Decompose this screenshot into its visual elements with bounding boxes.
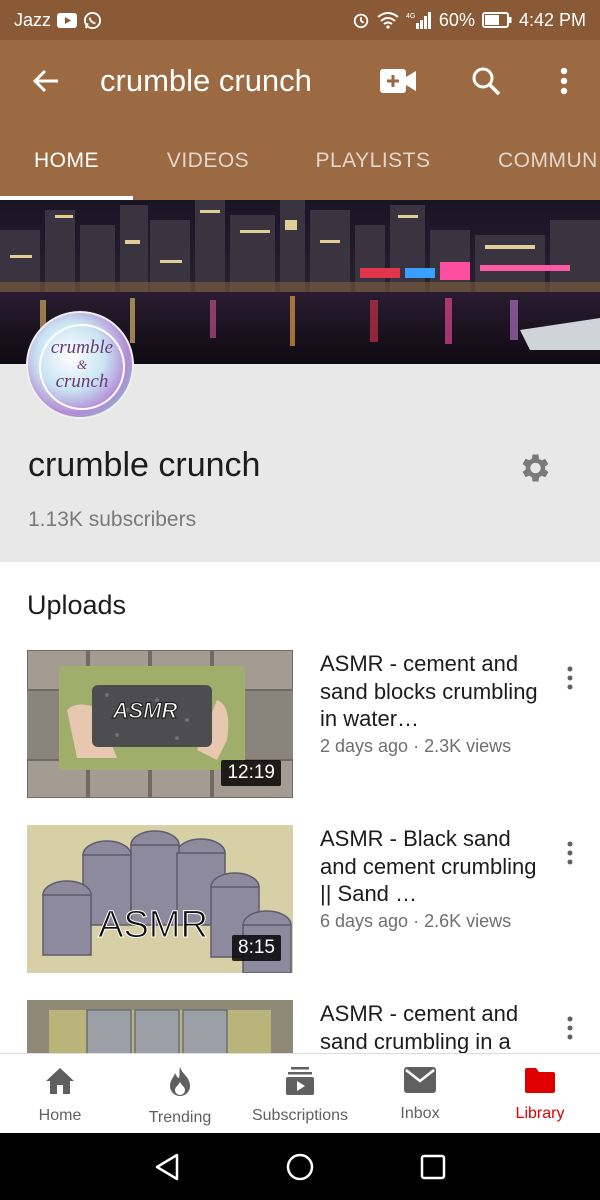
more-vert-icon[interactable] bbox=[556, 833, 584, 873]
wifi-icon bbox=[377, 11, 399, 29]
tab-playlists[interactable]: PLAYLISTS bbox=[283, 122, 463, 200]
svg-text:&: & bbox=[77, 357, 88, 372]
inbox-icon bbox=[403, 1066, 437, 1099]
whatsapp-icon bbox=[83, 11, 102, 30]
signal-icon: 4G bbox=[406, 11, 432, 29]
search-icon[interactable] bbox=[458, 53, 514, 109]
settings-gear-icon[interactable] bbox=[510, 444, 558, 492]
channel-name: crumble crunch bbox=[28, 446, 261, 484]
battery-icon bbox=[481, 12, 512, 28]
video-camera-icon[interactable] bbox=[370, 53, 426, 109]
video-thumbnail[interactable]: ASMR 8:15 bbox=[27, 825, 293, 973]
svg-text:ASMR: ASMR bbox=[98, 904, 208, 946]
system-navigation-bar bbox=[0, 1133, 600, 1200]
carrier-label: Jazz bbox=[14, 9, 52, 30]
subscriptions-icon bbox=[285, 1066, 315, 1101]
tab-home[interactable]: HOME bbox=[0, 122, 133, 200]
svg-text:4G: 4G bbox=[406, 13, 415, 20]
nav-subscriptions[interactable]: Subscriptions bbox=[240, 1054, 360, 1134]
svg-text:ASMR: ASMR bbox=[112, 698, 178, 723]
nav-home[interactable]: Home bbox=[0, 1054, 120, 1134]
video-thumbnail[interactable]: ASMR 12:19 bbox=[27, 650, 293, 798]
subscriber-count: 1.13K subscribers bbox=[28, 508, 197, 531]
home-icon bbox=[44, 1066, 76, 1101]
channel-tabs: HOME VIDEOS PLAYLISTS COMMUN bbox=[0, 122, 600, 200]
nav-library-label: Library bbox=[515, 1105, 565, 1122]
trending-flame-icon bbox=[166, 1066, 194, 1103]
tab-videos[interactable]: VIDEOS bbox=[133, 122, 283, 200]
video-meta: 6 days ago · 2.6K views bbox=[320, 911, 512, 931]
clock: 4:42 PM bbox=[518, 9, 586, 30]
channel-header: crumble & crunch crumble crunch 1.13K su… bbox=[0, 311, 600, 562]
video-title[interactable]: ASMR - cement and sand blocks crumbling … bbox=[320, 650, 540, 734]
alarm-icon bbox=[352, 11, 370, 29]
youtube-notification-icon bbox=[57, 12, 78, 28]
video-meta: 2 days ago · 2.3K views bbox=[320, 736, 512, 756]
video-list-item[interactable]: ASMR 12:19 ASMR - cement and sand blocks… bbox=[0, 650, 600, 800]
svg-text:crunch: crunch bbox=[56, 371, 109, 392]
video-duration: 12:19 bbox=[221, 760, 281, 786]
nav-inbox[interactable]: Inbox bbox=[360, 1054, 480, 1134]
battery-percent: 60% bbox=[438, 9, 475, 30]
svg-text:crumble: crumble bbox=[51, 337, 113, 358]
channel-avatar[interactable]: crumble & crunch bbox=[26, 311, 134, 419]
tab-community[interactable]: COMMUN bbox=[463, 122, 600, 200]
system-back-icon[interactable] bbox=[137, 1137, 197, 1197]
system-recents-icon[interactable] bbox=[403, 1137, 463, 1197]
video-duration: 8:15 bbox=[232, 935, 281, 961]
status-bar: Jazz 4G 60% 4:42 PM bbox=[0, 0, 600, 40]
nav-home-label: Home bbox=[38, 1107, 82, 1124]
system-home-icon[interactable] bbox=[270, 1137, 330, 1197]
nav-library[interactable]: Library bbox=[480, 1054, 600, 1134]
library-folder-icon bbox=[524, 1066, 556, 1099]
video-list-item[interactable]: ASMR 8:15 ASMR - Black sand and cement c… bbox=[0, 825, 600, 975]
nav-subscriptions-label: Subscriptions bbox=[251, 1107, 349, 1124]
bottom-navigation: Home Trending Subscriptions Inbox Librar… bbox=[0, 1053, 600, 1133]
more-vert-icon[interactable] bbox=[556, 1008, 584, 1048]
app-bar: crumble crunch bbox=[0, 40, 600, 122]
nav-inbox-label: Inbox bbox=[400, 1105, 440, 1122]
nav-trending-label: Trending bbox=[148, 1109, 212, 1126]
video-title[interactable]: ASMR - Black sand and cement crumbling |… bbox=[320, 825, 540, 909]
back-arrow-icon[interactable] bbox=[18, 53, 74, 109]
more-vert-icon[interactable] bbox=[536, 53, 592, 109]
nav-trending[interactable]: Trending bbox=[120, 1054, 240, 1134]
app-bar-title: crumble crunch bbox=[100, 63, 312, 98]
uploads-heading: Uploads bbox=[27, 590, 127, 620]
more-vert-icon[interactable] bbox=[556, 658, 584, 698]
